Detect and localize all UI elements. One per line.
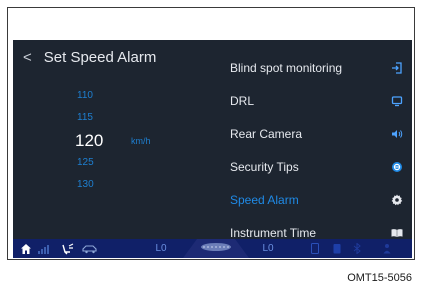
menu-item-label: DRL (230, 94, 255, 108)
battery-icon (331, 239, 343, 258)
gear-indicator-hump (183, 239, 249, 258)
menu-item-rear-camera[interactable]: Rear Camera (230, 122, 412, 146)
menu-item-security-tips[interactable]: Security Tips (230, 155, 412, 179)
menu-item-blind-spot-monitoring[interactable]: Blind spot monitoring (230, 56, 412, 80)
menu-item-label: Speed Alarm (230, 193, 299, 207)
monitor-icon (389, 93, 405, 109)
signal-strength-icon (37, 239, 53, 258)
screen-header: < Set Speed Alarm (23, 49, 156, 66)
speed-option[interactable]: 125 (77, 157, 94, 168)
speed-selected-value[interactable]: 120 (75, 131, 103, 151)
speaker-icon (389, 126, 405, 142)
speed-option[interactable]: 115 (77, 112, 93, 123)
speed-unit: km/h (131, 136, 151, 146)
menu-item-label: Rear Camera (230, 127, 303, 141)
exit-icon (389, 60, 405, 76)
target-icon (389, 159, 405, 175)
car-icon (81, 239, 99, 258)
menu-item-label: Security Tips (230, 160, 299, 174)
home-icon[interactable] (19, 239, 33, 258)
menu-item-drl[interactable]: DRL (230, 89, 412, 113)
right-fuel-level: L0 (262, 243, 274, 254)
seat-fan-icon (60, 239, 76, 258)
phone-icon (309, 239, 321, 258)
bluetooth-icon (351, 239, 363, 258)
back-button[interactable]: < (23, 49, 32, 66)
infotainment-screen: < Set Speed Alarm 110 115 120 125 130 km… (13, 40, 412, 258)
speed-option[interactable]: 110 (77, 90, 93, 101)
menu-item-label: Blind spot monitoring (230, 61, 343, 75)
speed-option[interactable]: 130 (77, 179, 94, 190)
gear-icon (389, 192, 405, 208)
menu-item-speed-alarm[interactable]: Speed Alarm (230, 188, 412, 212)
status-bar: L0 L0 (13, 239, 412, 258)
left-fuel-level: L0 (155, 243, 167, 254)
page-title: Set Speed Alarm (43, 49, 157, 66)
figure-caption: OMT15-5056 (347, 272, 412, 284)
user-icon (381, 239, 393, 258)
